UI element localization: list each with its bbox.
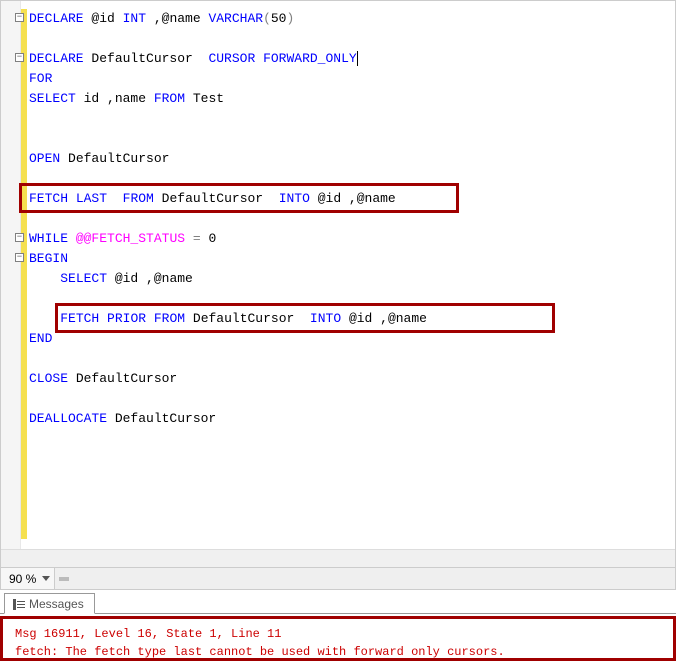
zoom-value: 90 % — [9, 572, 36, 586]
horizontal-scrollbar[interactable] — [1, 549, 675, 567]
system-function: @@FETCH_STATUS — [76, 231, 185, 246]
code-line[interactable] — [29, 29, 675, 49]
error-line: fetch: The fetch type last cannot be use… — [15, 645, 505, 659]
change-marker — [21, 9, 27, 539]
keyword: FROM — [154, 311, 185, 326]
code-line[interactable]: DECLARE DefaultCursor CURSOR FORWARD_ONL… — [29, 49, 675, 69]
code-line[interactable]: OPEN DefaultCursor — [29, 149, 675, 169]
keyword: FROM — [154, 91, 185, 106]
messages-icon — [13, 599, 25, 610]
variables: @id ,@name — [341, 311, 427, 326]
identifier: DefaultCursor — [60, 151, 169, 166]
identifier: DefaultCursor — [107, 411, 216, 426]
zoom-bar: 90 % — [0, 568, 676, 590]
keyword: FETCH — [29, 191, 68, 206]
code-line[interactable]: FETCH PRIOR FROM DefaultCursor INTO @id … — [29, 309, 675, 329]
keyword: OPEN — [29, 151, 60, 166]
fold-toggle-icon[interactable] — [15, 233, 24, 242]
code-line[interactable]: END — [29, 329, 675, 349]
keyword: FORWARD_ONLY — [263, 51, 357, 66]
zoom-dropdown[interactable]: 90 % — [1, 568, 55, 589]
identifier: DefaultCursor — [185, 311, 310, 326]
keyword: BEGIN — [29, 251, 68, 266]
variables: @id ,@name — [107, 271, 193, 286]
code-line[interactable] — [29, 289, 675, 309]
variable: @name — [162, 11, 209, 26]
code-line[interactable]: SELECT @id ,@name — [29, 269, 675, 289]
code-line[interactable] — [29, 109, 675, 129]
identifier: DefaultCursor — [84, 51, 209, 66]
code-line[interactable]: WHILE @@FETCH_STATUS = 0 — [29, 229, 675, 249]
keyword: DEALLOCATE — [29, 411, 107, 426]
code-line[interactable]: CLOSE DefaultCursor — [29, 369, 675, 389]
identifier: Test — [185, 91, 224, 106]
keyword: WHILE — [29, 231, 68, 246]
fold-toggle-icon[interactable] — [15, 13, 24, 22]
fold-gutter — [1, 1, 21, 549]
type-keyword: INT — [123, 11, 146, 26]
keyword: FROM — [123, 191, 154, 206]
keyword: SELECT — [60, 271, 107, 286]
keyword: PRIOR — [107, 311, 146, 326]
code-area[interactable]: DECLARE @id INT ,@name VARCHAR(50) DECLA… — [1, 1, 675, 549]
identifier: DefaultCursor — [154, 191, 279, 206]
code-line[interactable]: FOR — [29, 69, 675, 89]
variables: @id ,@name — [310, 191, 396, 206]
tab-label: Messages — [29, 597, 84, 611]
code-line[interactable] — [29, 349, 675, 369]
keyword: CLOSE — [29, 371, 68, 386]
keyword: CURSOR — [208, 51, 255, 66]
number: 0 — [208, 231, 216, 246]
messages-pane[interactable]: Msg 16911, Level 16, State 1, Line 11 fe… — [0, 616, 676, 661]
keyword: INTO — [310, 311, 341, 326]
keyword: DECLARE — [29, 51, 84, 66]
fold-toggle-icon[interactable] — [15, 53, 24, 62]
number: 50 — [271, 11, 287, 26]
code-line[interactable] — [29, 209, 675, 229]
code-line[interactable]: BEGIN — [29, 249, 675, 269]
chevron-down-icon — [42, 576, 50, 581]
tab-messages[interactable]: Messages — [4, 593, 95, 614]
keyword: SELECT — [29, 91, 76, 106]
results-tabs: Messages — [0, 590, 676, 614]
code-lines[interactable]: DECLARE @id INT ,@name VARCHAR(50) DECLA… — [29, 9, 675, 429]
keyword: FOR — [29, 71, 52, 86]
code-editor[interactable]: DECLARE @id INT ,@name VARCHAR(50) DECLA… — [0, 0, 676, 568]
code-line[interactable]: DEALLOCATE DefaultCursor — [29, 409, 675, 429]
error-line: Msg 16911, Level 16, State 1, Line 11 — [15, 627, 281, 641]
keyword: FETCH — [60, 311, 99, 326]
code-line[interactable]: SELECT id ,name FROM Test — [29, 89, 675, 109]
text-caret — [357, 51, 358, 66]
variable: @id — [84, 11, 123, 26]
code-line[interactable] — [29, 129, 675, 149]
identifier: DefaultCursor — [68, 371, 177, 386]
keyword: DECLARE — [29, 11, 84, 26]
fold-toggle-icon[interactable] — [15, 253, 24, 262]
code-line[interactable] — [29, 169, 675, 189]
code-line[interactable]: FETCH LAST FROM DefaultCursor INTO @id ,… — [29, 189, 675, 209]
type-keyword: VARCHAR — [208, 11, 263, 26]
keyword: INTO — [279, 191, 310, 206]
code-line[interactable]: DECLARE @id INT ,@name VARCHAR(50) — [29, 9, 675, 29]
zoom-track[interactable] — [55, 568, 675, 589]
columns: id ,name — [76, 91, 154, 106]
code-line[interactable] — [29, 389, 675, 409]
keyword: LAST — [76, 191, 107, 206]
keyword: END — [29, 331, 52, 346]
